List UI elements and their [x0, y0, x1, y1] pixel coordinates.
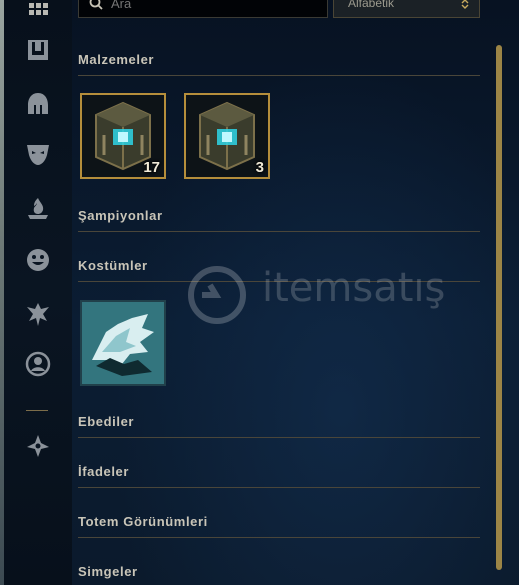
search-box[interactable]: [78, 0, 328, 18]
sidebar: [4, 0, 72, 585]
item-count: 3: [255, 159, 264, 176]
section-title: Malzemeler: [78, 52, 155, 67]
section-title: Ebediler: [78, 414, 135, 429]
section-eternals[interactable]: Ebediler: [78, 414, 480, 438]
item-count: 17: [143, 159, 160, 176]
search-input[interactable]: [111, 0, 311, 11]
grid-icon[interactable]: [24, 0, 52, 22]
scrollbar[interactable]: [496, 45, 502, 570]
section-title: Kostümler: [78, 258, 148, 273]
section-emotes[interactable]: İfadeler: [78, 464, 480, 488]
ward-icon[interactable]: [24, 300, 52, 328]
helmet-icon[interactable]: [24, 90, 52, 118]
emote-icon[interactable]: [24, 246, 52, 274]
tft-icon[interactable]: [24, 36, 52, 64]
section-icons[interactable]: Simgeler: [78, 564, 480, 585]
flame-icon[interactable]: [24, 194, 52, 222]
collection-panel: Alfabetik Malzemeler 17 3: [72, 0, 519, 585]
material-tile[interactable]: 3: [184, 93, 270, 179]
section-title: İfadeler: [78, 464, 130, 479]
section-skins[interactable]: Kostümler: [78, 258, 480, 282]
chevron-updown-icon: [461, 0, 469, 9]
section-title: Totem Görünümleri: [78, 514, 208, 529]
section-champions[interactable]: Şampiyonlar: [78, 208, 480, 232]
sort-selected: Alfabetik: [348, 0, 395, 10]
section-materials[interactable]: Malzemeler: [78, 52, 480, 76]
league-icon[interactable]: [24, 432, 52, 460]
section-ward-skins[interactable]: Totem Görünümleri: [78, 514, 480, 538]
section-title: Simgeler: [78, 564, 138, 579]
profile-icon[interactable]: [24, 350, 52, 378]
sidebar-divider: [26, 410, 48, 411]
sort-dropdown[interactable]: Alfabetik: [333, 0, 480, 18]
search-icon: [89, 0, 103, 10]
skin-tile[interactable]: [80, 300, 166, 386]
mask-icon[interactable]: [24, 140, 52, 168]
skin-art-icon: [82, 302, 164, 384]
material-tile[interactable]: 17: [80, 93, 166, 179]
section-title: Şampiyonlar: [78, 208, 163, 223]
